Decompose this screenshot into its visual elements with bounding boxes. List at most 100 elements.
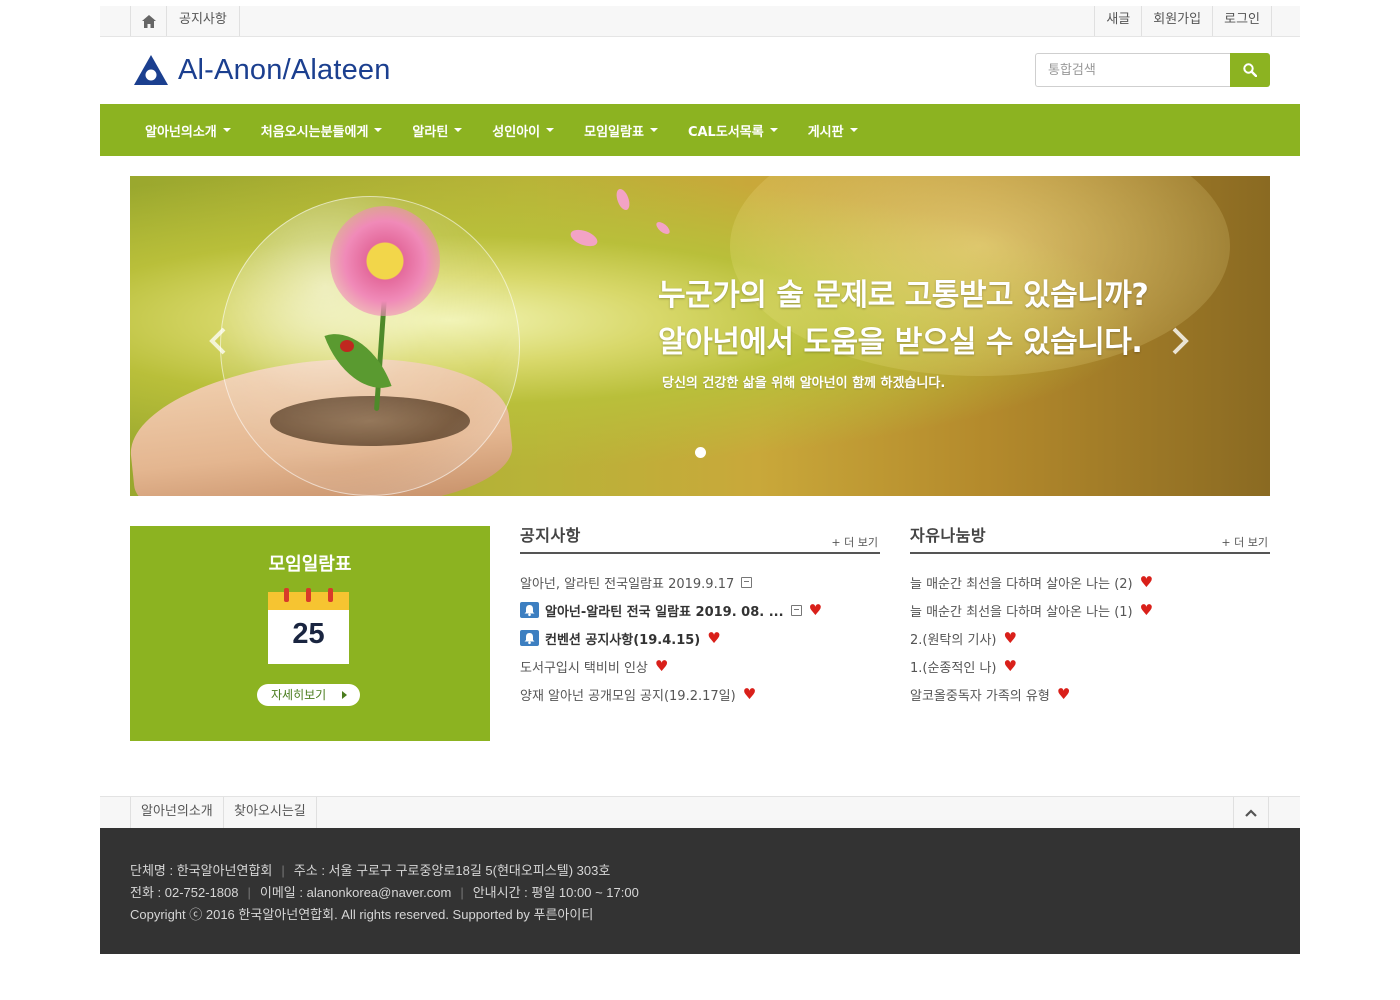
calendar-day: 25 [292, 618, 325, 650]
footer-separator: | [460, 885, 464, 900]
search-input[interactable] [1035, 53, 1231, 87]
schedule-title: 모임일람표 [268, 554, 352, 575]
nav-item-cal-books[interactable]: CAL도서목록 [673, 121, 793, 140]
free-more-link[interactable]: + 더 보기 [1221, 534, 1268, 550]
slider-prev-button[interactable] [208, 326, 228, 356]
scroll-top-button[interactable] [1233, 797, 1269, 828]
hero-headline-2: 알아넌에서 도움을 받으실 수 있습니다. [658, 325, 1143, 360]
list-item-title: 컨벤션 공지사항(19.4.15) [545, 632, 701, 648]
calendar-ring [284, 588, 289, 602]
footer-separator: | [247, 885, 251, 900]
search-button[interactable] [1230, 53, 1270, 87]
footer-link-directions[interactable]: 찾아오시는길 [223, 797, 317, 828]
slider-next-button[interactable] [1170, 326, 1190, 356]
hero-headline-1: 누군가의 술 문제로 고통받고 있습니까? [658, 278, 1149, 313]
search-box [1035, 53, 1270, 87]
nav-label: 성인아이 [492, 124, 541, 140]
schedule-more-button[interactable]: 자세히보기 [257, 684, 360, 706]
signup-link[interactable]: 회원가입 [1141, 6, 1212, 36]
footer-line-1: 단체명 : 한국알아넌연합회 | 주소 : 서울 구로구 구로중앙로18길 5(현대… [130, 860, 610, 879]
hero-subtitle: 당신의 건강한 삶을 위해 알아넌이 함께 하겠습니다. [662, 376, 946, 391]
list-item[interactable]: 알아넌, 알라틴 전국일람표 2019.9.17 [520, 568, 880, 596]
chevron-left-icon [209, 327, 226, 355]
list-item[interactable]: 알코올중독자 가족의 유형 ♥ [910, 680, 1270, 708]
chevron-up-icon [1245, 808, 1257, 817]
site-footer: 단체명 : 한국알아넌연합회 | 주소 : 서울 구로구 구로중앙로18길 5(현대… [100, 828, 1300, 954]
list-item[interactable]: 알아넌-알라틴 전국 일람표 2019. 08. ... ♥ [520, 596, 880, 624]
free-board: 자유나눔방 + 더 보기 늘 매순간 최선을 다하며 살아온 나는 (2) ♥ 늘 … [910, 522, 1270, 708]
nav-label: 처음오시는분들에게 [260, 124, 369, 140]
nav-item-alateen[interactable]: 알라틴 [397, 121, 477, 140]
nav-item-adult-child[interactable]: 성인아이 [477, 121, 569, 140]
list-item[interactable]: 양재 알아넌 공개모임 공지(19.2.17일) ♥ [520, 680, 880, 708]
topbar-notice-link[interactable]: 공지사항 [166, 6, 240, 36]
hero-petal-image [654, 219, 672, 237]
site-logo[interactable]: Al-Anon/Alateen [133, 52, 391, 88]
notice-board-title: 공지사항 [520, 526, 581, 545]
list-item-title: 늘 매순간 최선을 다하며 살아온 나는 (2) [910, 576, 1133, 592]
caret-down-icon [649, 128, 658, 132]
heart-icon: ♥ [654, 656, 669, 675]
caret-down-icon [546, 128, 555, 132]
calendar-ring [328, 588, 333, 602]
nav-item-about[interactable]: 알아넌의소개 [130, 121, 246, 140]
list-item-title: 알코올중독자 가족의 유형 [910, 688, 1050, 704]
attachment-icon [741, 576, 753, 588]
attachment-icon [790, 604, 802, 616]
free-list: 늘 매순간 최선을 다하며 살아온 나는 (2) ♥ 늘 매순간 최선을 다하며 살… [910, 568, 1270, 708]
list-item-title: 2.(원탁의 기사) [910, 632, 997, 648]
slider-dot-indicator[interactable] [695, 447, 706, 458]
list-item-title: 1.(순종적인 나) [910, 660, 997, 676]
caret-down-icon [374, 128, 383, 132]
bell-icon [520, 630, 539, 646]
list-item[interactable]: 늘 매순간 최선을 다하며 살아온 나는 (1) ♥ [910, 596, 1270, 624]
home-link[interactable] [130, 6, 166, 36]
nav-item-schedule[interactable]: 모임일람표 [569, 121, 673, 140]
footer-link-about[interactable]: 알아넌의소개 [130, 797, 223, 828]
list-item[interactable]: 컨벤션 공지사항(19.4.15) ♥ [520, 624, 880, 652]
schedule-more-label: 자세히보기 [271, 688, 327, 702]
footer-address: 주소 : 서울 구로구 구로중앙로18길 5(현대오피스텔) 303호 [293, 863, 611, 878]
bell-icon [520, 602, 539, 618]
footer-phone: 전화 : 02-752-1808 [130, 885, 239, 900]
footer-email: 이메일 : alanonkorea@naver.com [259, 885, 452, 900]
hero-flower-image [330, 206, 440, 316]
nav-item-board[interactable]: 게시판 [793, 121, 873, 140]
home-icon [141, 15, 156, 28]
logo-text: Al-Anon/Alateen [178, 53, 391, 86]
free-board-title: 자유나눔방 [910, 526, 987, 545]
list-item[interactable]: 도서구입시 택비비 인상 ♥ [520, 652, 880, 680]
notice-list: 알아넌, 알라틴 전국일람표 2019.9.17 알아넌-알라틴 전국 일람표 2… [520, 568, 880, 708]
list-item-title: 양재 알아넌 공개모임 공지(19.2.17일) [520, 688, 736, 704]
list-item[interactable]: 2.(원탁의 기사) ♥ [910, 624, 1270, 652]
footer-copyright: Copyright ⓒ 2016 한국알아넌연합회. All rights re… [130, 907, 594, 922]
top-utility-bar: 공지사항 새글 회원가입 로그인 [100, 6, 1300, 37]
caret-down-icon [769, 128, 778, 132]
heart-icon: ♥ [707, 628, 721, 647]
nav-label: 알아넌의소개 [145, 124, 217, 140]
new-posts-link[interactable]: 새글 [1094, 6, 1141, 36]
list-item[interactable]: 늘 매순간 최선을 다하며 살아온 나는 (2) ♥ [910, 568, 1270, 596]
nav-label: 모임일람표 [584, 124, 644, 140]
footer-line-2: 전화 : 02-752-1808 | 이메일 : alanonkorea@naver… [130, 882, 639, 901]
caret-down-icon [454, 128, 463, 132]
nav-item-newcomers[interactable]: 처음오시는분들에게 [246, 121, 398, 140]
notice-more-link[interactable]: + 더 보기 [831, 534, 878, 550]
heart-icon: ♥ [1003, 656, 1017, 675]
heart-icon: ♥ [1003, 628, 1017, 647]
main-nav: 알아넌의소개 처음오시는분들에게 알라틴 성인아이 모임일람표 CAL도서목록 … [100, 104, 1300, 156]
calendar-ring [306, 588, 311, 602]
notice-board: 공지사항 + 더 보기 알아넌, 알라틴 전국일람표 2019.9.17 알아넌-… [520, 522, 880, 708]
list-item-title: 알아넌-알라틴 전국 일람표 2019. 08. ... [545, 604, 784, 620]
heart-icon: ♥ [808, 600, 823, 619]
login-link[interactable]: 로그인 [1212, 6, 1272, 36]
nav-label: 게시판 [807, 124, 844, 140]
heart-icon: ♥ [1139, 600, 1154, 619]
heart-icon: ♥ [742, 684, 757, 703]
caret-down-icon [849, 128, 858, 132]
search-icon [1243, 63, 1257, 77]
list-item-title: 도서구입시 택비비 인상 [520, 660, 648, 676]
list-item-title: 알아넌, 알라틴 전국일람표 2019.9.17 [520, 576, 735, 592]
nav-label: 알라틴 [412, 124, 449, 140]
list-item[interactable]: 1.(순종적인 나) ♥ [910, 652, 1270, 680]
